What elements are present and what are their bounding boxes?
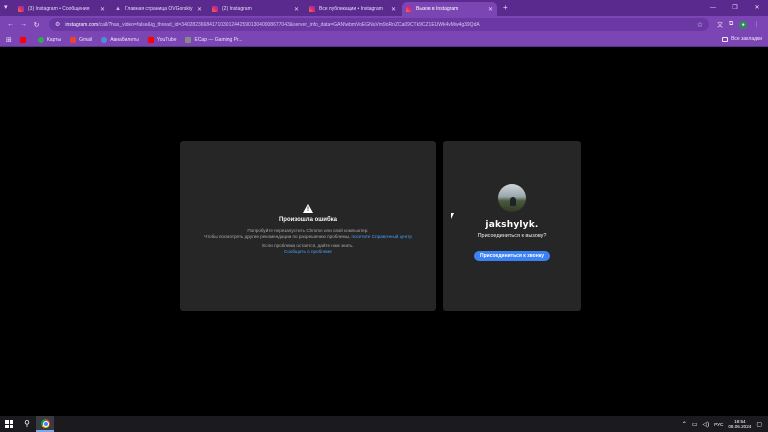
url-host: instagram.com: [65, 21, 99, 28]
url-text[interactable]: instagram.com/call/?has_video=false&ig_t…: [65, 22, 696, 28]
bookmark-youtube[interactable]: YouTube: [147, 36, 177, 43]
taskbar-search-icon[interactable]: ⚲: [18, 416, 36, 432]
all-bookmarks-button[interactable]: Все закладки: [722, 36, 762, 42]
profile-avatar[interactable]: ●: [739, 20, 748, 29]
all-bookmarks-label: Все закладки: [731, 36, 762, 42]
window-controls: — ❐ ✕: [702, 0, 768, 16]
tab-title: (2) Instagram: [222, 6, 252, 12]
join-call-button[interactable]: Присоединиться к звонку: [473, 251, 551, 261]
help-center-link[interactable]: посетите Справочный центр: [351, 234, 411, 239]
join-call-panel: jakshylyk. Присоединиться к вызову? Прис…: [443, 141, 581, 311]
bookmark-flights[interactable]: Авиабилеты: [101, 36, 139, 43]
browser-toolbar: ← → ↻ ⚙ instagram.com/call/?has_video=fa…: [0, 16, 768, 33]
bookmark-gmail[interactable]: Gmail: [70, 36, 93, 43]
notifications-icon[interactable]: ▢: [756, 421, 762, 428]
join-question: Присоединиться к вызову?: [477, 233, 547, 239]
forward-icon[interactable]: →: [17, 21, 30, 28]
maximize-icon[interactable]: ❐: [724, 0, 746, 16]
error-title: Произошла ошибка: [278, 217, 338, 223]
tab-1[interactable]: (3) Instagram • Сообщения ✕: [14, 2, 109, 16]
bookmark-label: ECap — Gaming Pr...: [194, 36, 243, 43]
avatar-figure: [510, 197, 516, 206]
bookmark-label: Карты: [46, 36, 62, 43]
close-icon[interactable]: ✕: [391, 6, 396, 13]
drive-icon: ▲: [115, 6, 121, 12]
close-icon[interactable]: ✕: [100, 6, 105, 13]
url-path: /call/?has_video=false&ig_thread_id=3402…: [98, 21, 480, 28]
toolbar-actions: 文 ⧉ ● ⋮: [717, 20, 759, 29]
volume-icon[interactable]: ◁): [703, 421, 710, 428]
reload-icon[interactable]: ↻: [30, 21, 43, 29]
site-info-icon[interactable]: ⚙: [55, 21, 60, 28]
close-icon[interactable]: ✕: [488, 6, 493, 13]
instagram-icon: [212, 6, 218, 12]
report-problem-link[interactable]: Сообщить о проблеме: [180, 249, 436, 255]
chrome-icon: [40, 418, 50, 428]
clock-date: 08.06.2024: [728, 424, 752, 429]
bookmark-label: Gmail: [79, 36, 93, 43]
bookmark-ecap[interactable]: ECap — Gaming Pr...: [185, 36, 243, 43]
new-tab-button[interactable]: +: [503, 2, 508, 16]
tab-title: Вызов в Instagram: [416, 6, 459, 12]
tab-search-icon[interactable]: ▾: [4, 3, 8, 11]
os-taskbar: ⚲ ⌃ ▭ ◁) РУС 18:54 08.06.2024 ▢: [0, 416, 768, 432]
error-line-2-text: Чтобы посмотреть другие рекомендации по …: [204, 234, 352, 239]
address-bar[interactable]: ⚙ instagram.com/call/?has_video=false&ig…: [49, 18, 709, 31]
tab-3[interactable]: (2) Instagram ✕: [208, 2, 303, 16]
youtube-icon: [19, 36, 26, 43]
extensions-puzzle-icon[interactable]: ⧉: [729, 21, 733, 28]
instagram-icon: [18, 6, 24, 12]
error-line-2: Чтобы посмотреть другие рекомендации по …: [180, 234, 436, 240]
gmail-icon: [70, 36, 77, 43]
back-icon[interactable]: ←: [4, 21, 17, 28]
call-page: ! Произошла ошибка Попробуйте перезапуст…: [0, 47, 768, 416]
bookmark-label: YouTube: [156, 36, 177, 43]
bookmark-label: Авиабилеты: [110, 36, 139, 43]
tab-title: Главная страница OVGorskiy: [125, 6, 193, 12]
language-indicator[interactable]: РУС: [714, 422, 723, 427]
tab-title: Все публикации • Instagram: [319, 6, 383, 12]
tab-2[interactable]: ▲ Главная страница OVGorskiy ✕: [111, 2, 206, 16]
system-tray: ⌃ ▭ ◁) РУС 18:54 08.06.2024 ▢: [682, 416, 762, 432]
network-icon[interactable]: ▭: [692, 421, 698, 428]
warning-mark: !: [307, 207, 309, 213]
bookmark-youtube-small[interactable]: [19, 36, 29, 43]
folder-icon: [722, 36, 729, 42]
bookmark-star-icon[interactable]: ☆: [697, 21, 703, 29]
windows-logo-icon: [5, 420, 13, 428]
tab-5-active[interactable]: Вызов в Instagram ✕: [402, 2, 497, 16]
flights-icon: [101, 36, 108, 43]
ecap-icon: [185, 36, 192, 43]
caller-username: jakshylyk.: [485, 220, 539, 230]
tab-title: (3) Instagram • Сообщения: [28, 6, 90, 12]
tab-4[interactable]: Все публикации • Instagram ✕: [305, 2, 400, 16]
error-description: Попробуйте перезапустить Chrome или свой…: [180, 228, 436, 255]
start-button[interactable]: [0, 416, 18, 432]
close-window-icon[interactable]: ✕: [746, 0, 768, 16]
bookmark-maps[interactable]: Карты: [37, 36, 62, 43]
maps-icon: [37, 36, 44, 43]
close-icon[interactable]: ✕: [294, 6, 299, 13]
instagram-icon: [406, 6, 412, 12]
youtube-icon: [147, 36, 154, 43]
avatar: [498, 184, 526, 212]
tray-chevron-up-icon[interactable]: ⌃: [682, 421, 687, 428]
clock[interactable]: 18:54 08.06.2024: [728, 419, 751, 429]
bookmarks-bar: ⊞ Карты Gmail Авиабилеты YouTube ECap — …: [0, 33, 768, 47]
taskbar-chrome-button[interactable]: [36, 416, 54, 432]
menu-kebab-icon[interactable]: ⋮: [753, 21, 759, 28]
minimize-icon[interactable]: —: [702, 0, 724, 16]
error-panel: ! Произошла ошибка Попробуйте перезапуст…: [180, 141, 436, 311]
close-icon[interactable]: ✕: [197, 6, 202, 13]
tab-bar: ▾ (3) Instagram • Сообщения ✕ ▲ Главная …: [0, 0, 768, 16]
mouse-cursor-icon: [451, 213, 454, 219]
apps-grid-icon[interactable]: ⊞: [6, 36, 12, 44]
extension-icon[interactable]: 文: [717, 20, 723, 29]
instagram-icon: [309, 6, 315, 12]
